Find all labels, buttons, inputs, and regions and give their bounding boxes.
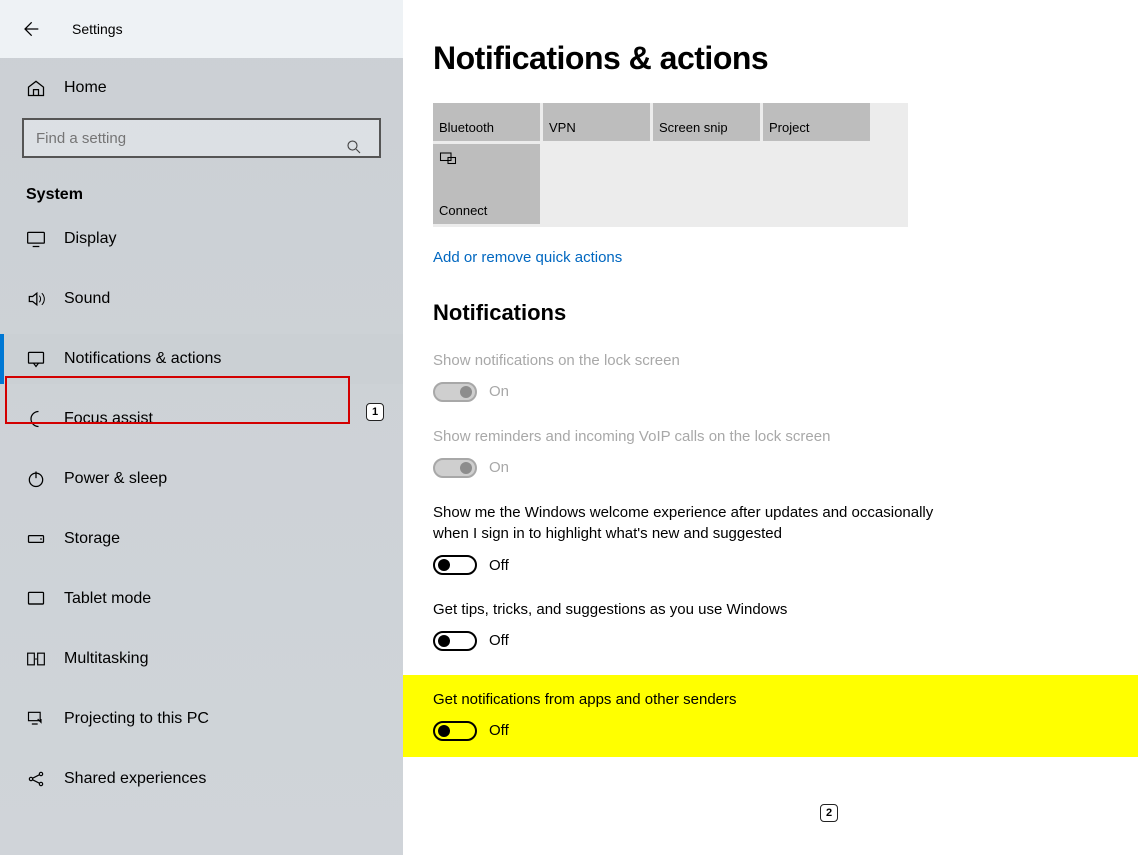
window-title: Settings — [72, 21, 123, 37]
multitask-icon — [26, 649, 46, 669]
project-icon — [26, 709, 46, 729]
sidebar-item-sound[interactable]: Sound — [0, 274, 403, 324]
sidebar-item-power-sleep[interactable]: Power & sleep — [0, 454, 403, 504]
main-content: Notifications & actions Bluetooth VPN Sc… — [403, 0, 1138, 855]
toggle-tips-tricks[interactable] — [433, 631, 477, 651]
sidebar-item-label: Sound — [64, 290, 110, 308]
connect-icon — [439, 150, 457, 168]
header-bar: Settings — [0, 0, 403, 58]
sidebar-item-label: Focus assist — [64, 410, 153, 428]
quick-tile-project[interactable]: Project — [763, 103, 870, 141]
tablet-icon — [26, 589, 46, 609]
toggle-voip-lock-screen[interactable] — [433, 458, 477, 478]
quick-tile-connect[interactable]: Connect — [433, 144, 540, 224]
sidebar-home-label: Home — [64, 79, 107, 97]
sidebar: Settings Home System Display Sound — [0, 0, 403, 855]
setting-welcome-experience: Show me the Windows welcome experience a… — [433, 502, 953, 576]
highlight-region: Get notifications from apps and other se… — [403, 675, 1138, 757]
sidebar-item-shared-experiences[interactable]: Shared experiences — [0, 754, 403, 804]
sidebar-item-label: Multitasking — [64, 650, 148, 668]
notification-icon — [26, 349, 46, 369]
toggle-state: On — [489, 459, 509, 476]
toggle-state: Off — [489, 632, 509, 649]
sidebar-item-home[interactable]: Home — [0, 58, 403, 118]
quick-actions-panel: Bluetooth VPN Screen snip Project Connec… — [433, 103, 908, 227]
sidebar-item-label: Power & sleep — [64, 470, 167, 488]
page-title: Notifications & actions — [433, 40, 1138, 77]
moon-icon — [26, 409, 46, 429]
setting-label: Show reminders and incoming VoIP calls o… — [433, 426, 953, 448]
toggle-state: Off — [489, 557, 509, 574]
quick-tile-bluetooth[interactable]: Bluetooth — [433, 103, 540, 141]
setting-apps-notifications: Get notifications from apps and other se… — [433, 689, 953, 741]
sidebar-item-projecting[interactable]: Projecting to this PC — [0, 694, 403, 744]
annotation-badge-1: 1 — [366, 403, 384, 421]
speaker-icon — [26, 289, 46, 309]
sidebar-item-focus-assist[interactable]: Focus assist — [0, 394, 403, 444]
sidebar-item-label: Display — [64, 230, 116, 248]
sidebar-item-label: Notifications & actions — [64, 350, 221, 368]
sidebar-nav: Display Sound Notifications & actions Fo… — [0, 214, 403, 804]
sidebar-section-label: System — [0, 158, 403, 214]
toggle-state: Off — [489, 722, 509, 739]
sidebar-item-notifications[interactable]: Notifications & actions — [0, 334, 403, 384]
sidebar-item-display[interactable]: Display — [0, 214, 403, 264]
toggle-apps-notifications[interactable] — [433, 721, 477, 741]
back-button[interactable] — [18, 17, 42, 41]
quick-tile-vpn[interactable]: VPN — [543, 103, 650, 141]
toggle-lock-screen-notifications[interactable] — [433, 382, 477, 402]
setting-label: Get tips, tricks, and suggestions as you… — [433, 599, 953, 621]
toggle-state: On — [489, 383, 509, 400]
setting-label: Show me the Windows welcome experience a… — [433, 502, 953, 546]
power-icon — [26, 469, 46, 489]
setting-tips-tricks: Get tips, tricks, and suggestions as you… — [433, 599, 953, 651]
toggle-welcome-experience[interactable] — [433, 555, 477, 575]
setting-voip-lock-screen: Show reminders and incoming VoIP calls o… — [433, 426, 953, 478]
annotation-badge-2: 2 — [820, 804, 838, 822]
sidebar-item-storage[interactable]: Storage — [0, 514, 403, 564]
sidebar-item-multitasking[interactable]: Multitasking — [0, 634, 403, 684]
monitor-icon — [26, 229, 46, 249]
home-icon — [26, 78, 46, 98]
sidebar-item-label: Storage — [64, 530, 120, 548]
setting-label: Show notifications on the lock screen — [433, 350, 953, 372]
share-icon — [26, 769, 46, 789]
storage-icon — [26, 529, 46, 549]
sidebar-item-tablet-mode[interactable]: Tablet mode — [0, 574, 403, 624]
arrow-left-icon — [20, 19, 40, 39]
notifications-heading: Notifications — [433, 300, 1138, 326]
setting-lock-screen-notifications: Show notifications on the lock screen On — [433, 350, 953, 402]
sidebar-item-label: Shared experiences — [64, 770, 206, 788]
search-input[interactable] — [22, 118, 381, 158]
sidebar-item-label: Tablet mode — [64, 590, 151, 608]
sidebar-item-label: Projecting to this PC — [64, 710, 209, 728]
add-remove-quick-actions-link[interactable]: Add or remove quick actions — [433, 249, 1138, 266]
setting-label: Get notifications from apps and other se… — [433, 689, 953, 711]
quick-tile-screen-snip[interactable]: Screen snip — [653, 103, 760, 141]
